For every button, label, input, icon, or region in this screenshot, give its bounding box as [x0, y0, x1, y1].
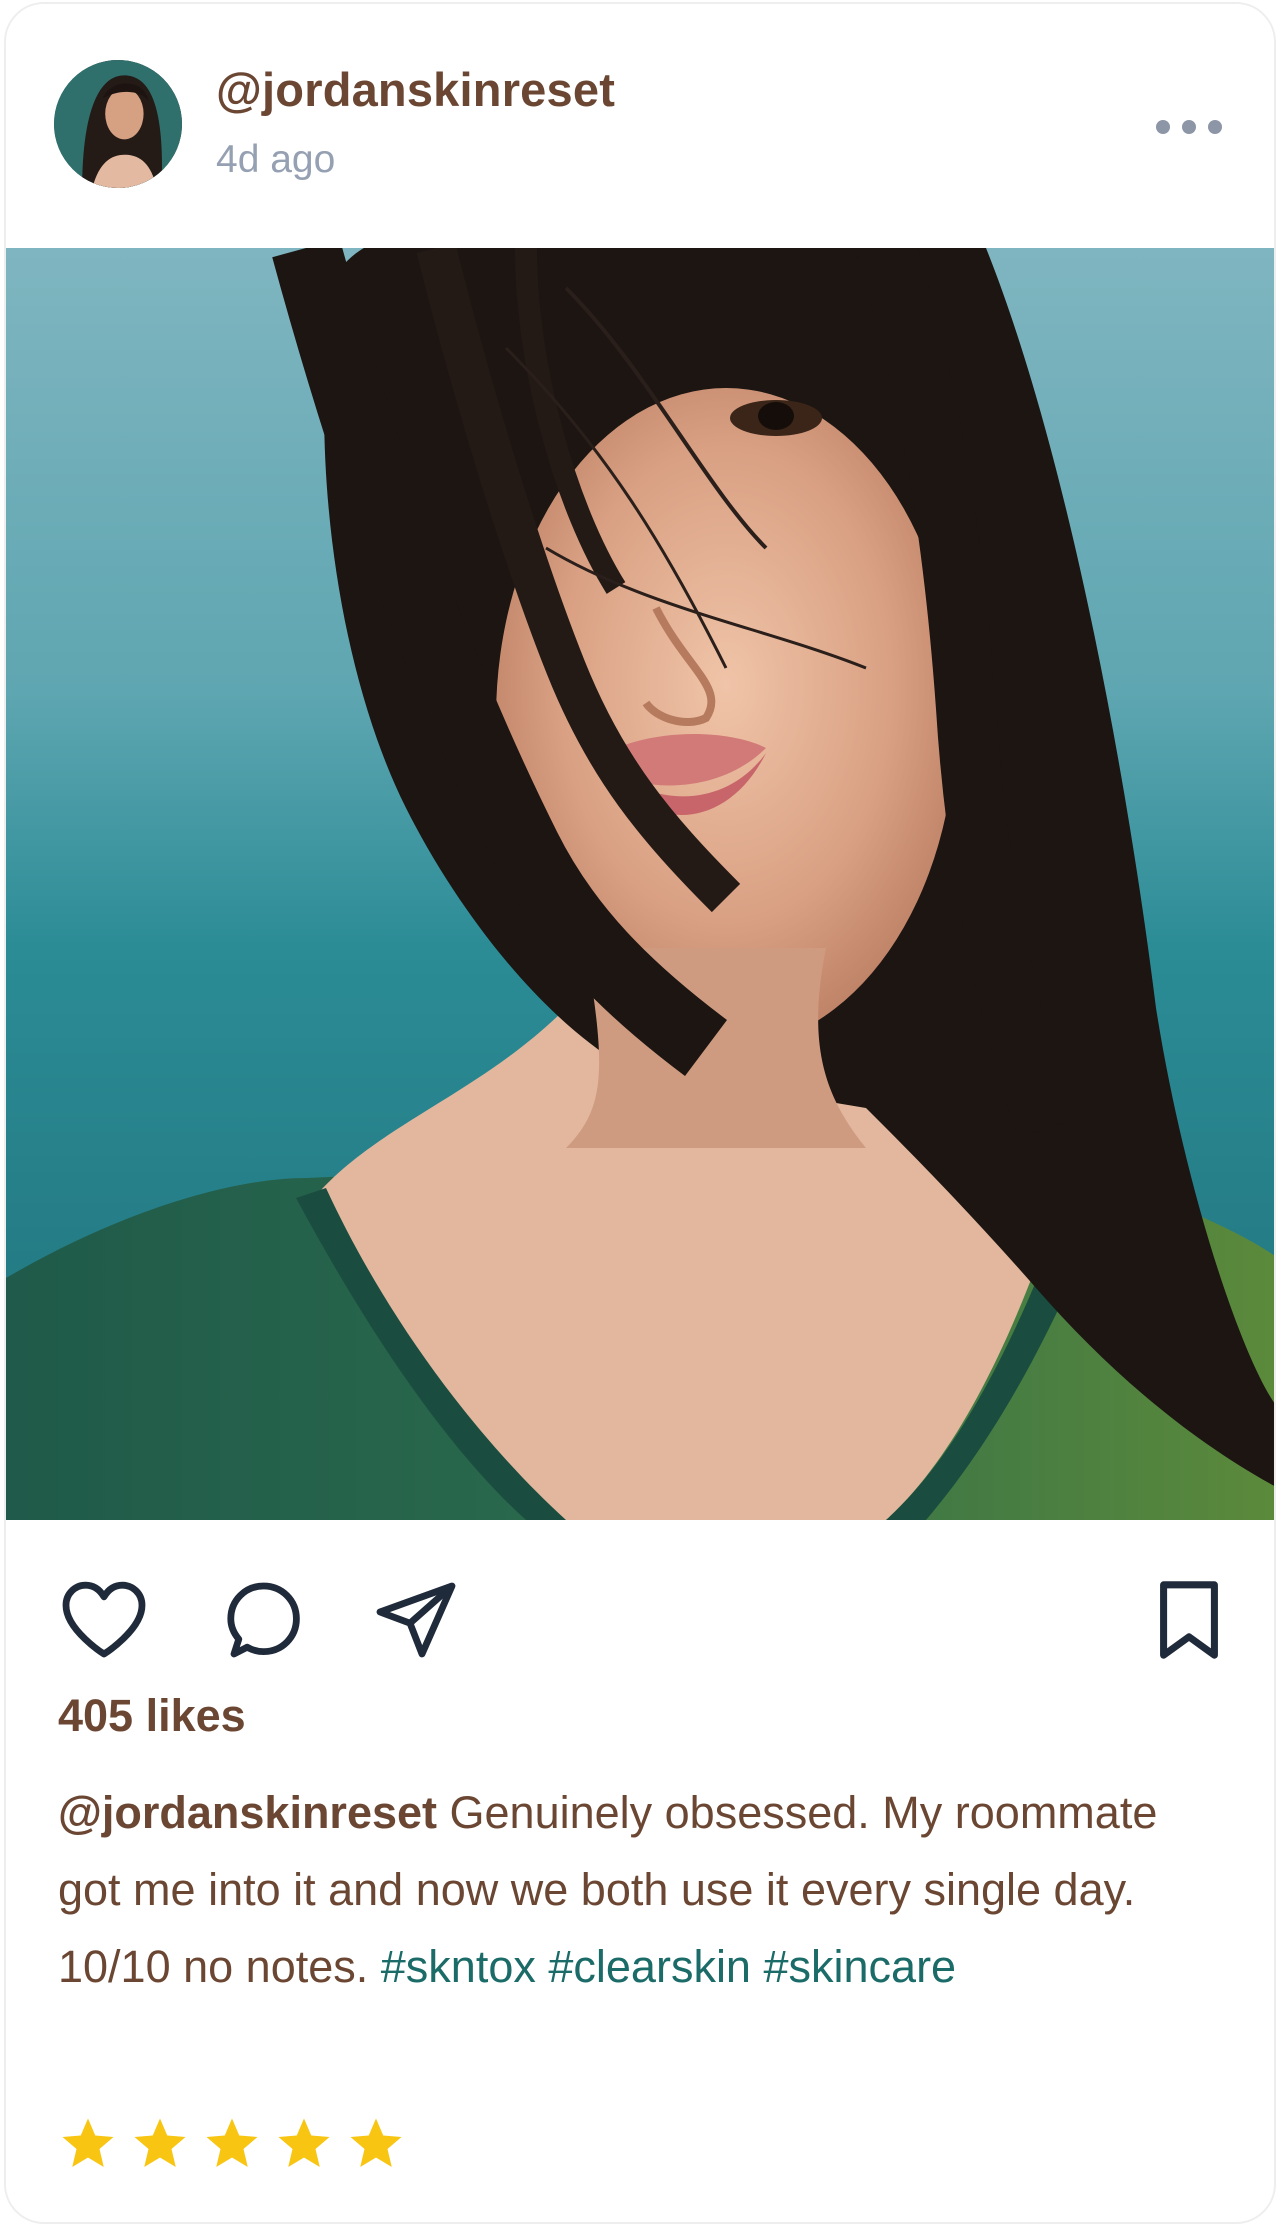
post-timestamp: 4d ago: [216, 138, 336, 181]
post-header: @jordanskinreset 4d ago: [6, 4, 1274, 248]
username[interactable]: @jordanskinreset: [216, 62, 615, 117]
post-photo-image: [6, 248, 1274, 1520]
comment-icon[interactable]: [214, 1572, 310, 1668]
likes-count[interactable]: 405 likes: [58, 1690, 246, 1742]
hashtag-link[interactable]: #skntox: [381, 1941, 536, 1992]
more-options-icon[interactable]: [1156, 112, 1222, 142]
avatar-image: [54, 60, 182, 188]
hashtag-link[interactable]: #skincare: [763, 1941, 956, 1992]
post-caption: @jordanskinreset Genuinely obsessed. My …: [58, 1774, 1208, 2005]
more-dot: [1156, 120, 1170, 134]
more-dot: [1208, 120, 1222, 134]
star-icon: [130, 2114, 190, 2174]
star-icon: [58, 2114, 118, 2174]
star-rating: [58, 2114, 406, 2174]
post-card: @jordanskinreset 4d ago 405 likes @jorda…: [4, 2, 1276, 2224]
hashtag-link[interactable]: #clearskin: [548, 1941, 751, 1992]
heart-icon[interactable]: [56, 1572, 152, 1668]
more-dot: [1182, 120, 1196, 134]
caption-username[interactable]: @jordanskinreset: [58, 1787, 437, 1838]
star-icon: [346, 2114, 406, 2174]
send-icon[interactable]: [368, 1572, 464, 1668]
avatar[interactable]: [54, 60, 182, 188]
bookmark-icon[interactable]: [1146, 1572, 1232, 1668]
star-icon: [274, 2114, 334, 2174]
post-photo[interactable]: [6, 248, 1274, 1520]
post-actions: [6, 1520, 1274, 1680]
star-icon: [202, 2114, 262, 2174]
